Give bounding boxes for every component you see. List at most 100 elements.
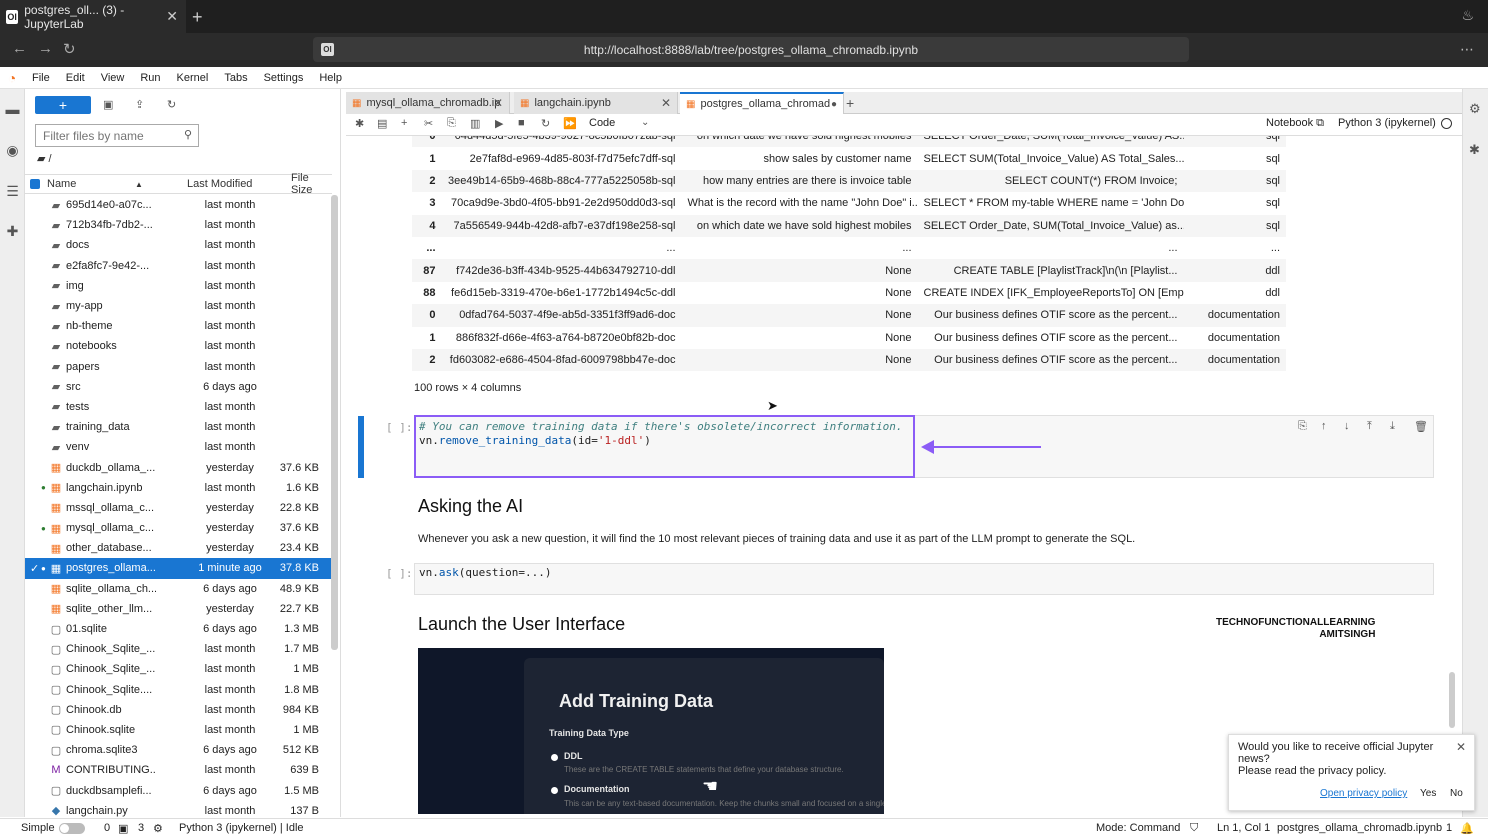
simple-mode-toggle[interactable] bbox=[59, 823, 85, 834]
menu-kernel[interactable]: Kernel bbox=[169, 72, 217, 84]
cell-type-select[interactable]: Code bbox=[589, 117, 615, 129]
file-row[interactable]: ▰ notebooks last month bbox=[25, 336, 332, 356]
file-row[interactable]: ▰ 695d14e0-a07c... last month bbox=[25, 195, 332, 215]
restart-icon[interactable]: ↻ bbox=[541, 117, 550, 130]
file-row[interactable]: ▰ e2fa8fc7-9e42-... last month bbox=[25, 256, 332, 276]
file-row[interactable]: M CONTRIBUTING.... last month 639 B bbox=[25, 760, 332, 780]
filter-input[interactable]: Filter files by name ⚲ bbox=[35, 124, 199, 147]
file-row[interactable]: ▰ training_data last month bbox=[25, 417, 332, 437]
code-editor[interactable]: vn.ask(question=...) bbox=[419, 566, 551, 580]
notebook-scrollbar[interactable] bbox=[1449, 672, 1455, 728]
bell-icon[interactable]: 🔔 bbox=[1460, 822, 1474, 835]
file-row[interactable]: ▢ duckdbsamplefi... 6 days ago 1.5 MB bbox=[25, 780, 332, 800]
run-icon[interactable]: ▶ bbox=[495, 117, 503, 130]
tab-mysql-notebook[interactable]: ▦ mysql_ollama_chromadb.ip ✕ bbox=[346, 92, 510, 114]
chevron-down-icon[interactable]: ⌄ bbox=[641, 117, 649, 128]
move-up-icon[interactable]: ↑ bbox=[1321, 420, 1327, 432]
move-down-icon[interactable]: ↓ bbox=[1344, 420, 1350, 432]
tab-postgres-notebook[interactable]: ▦ postgres_ollama_chromad ● bbox=[680, 92, 844, 114]
file-row[interactable]: ▦ duckdb_ollama_... yesterday 37.6 KB bbox=[25, 457, 332, 477]
copy-icon[interactable]: ⎘ bbox=[447, 117, 456, 130]
back-icon[interactable]: ← bbox=[12, 40, 27, 57]
file-row[interactable]: ▰ tests last month bbox=[25, 397, 332, 417]
forward-icon[interactable]: → bbox=[38, 40, 53, 57]
notification-count[interactable]: 1 bbox=[1446, 822, 1452, 834]
kernel-status-text[interactable]: Python 3 (ipykernel) | Idle bbox=[179, 822, 304, 834]
select-all-checkbox[interactable] bbox=[30, 179, 40, 189]
no-button[interactable]: No bbox=[1450, 788, 1463, 799]
new-tab-icon[interactable]: + bbox=[846, 95, 854, 111]
debugger-icon[interactable]: ✱ bbox=[1469, 142, 1480, 158]
file-row[interactable]: ▦ sqlite_other_llm... yesterday 22.7 KB bbox=[25, 599, 332, 619]
menu-run[interactable]: Run bbox=[132, 72, 168, 84]
close-tab-icon[interactable]: ✕ bbox=[493, 96, 503, 110]
file-row[interactable]: ▰ src 6 days ago bbox=[25, 377, 332, 397]
file-row[interactable]: ▢ Chinook_Sqlite_... last month 1 MB bbox=[25, 659, 332, 679]
terminal-count[interactable]: 0 bbox=[104, 822, 110, 834]
unsaved-dot-icon[interactable]: ● bbox=[831, 99, 837, 110]
tab-langchain-notebook[interactable]: ▦ langchain.ipynb ✕ bbox=[514, 92, 678, 114]
file-row[interactable]: ▢ Chinook.db last month 984 KB bbox=[25, 700, 332, 720]
file-row[interactable]: ▢ Chinook_Sqlite_... last month 1.7 MB bbox=[25, 639, 332, 659]
file-row[interactable]: ▦ sqlite_ollama_ch... 6 days ago 48.9 KB bbox=[25, 579, 332, 599]
flame-icon[interactable]: ♨ bbox=[1461, 7, 1474, 24]
new-folder-icon[interactable]: ▣ bbox=[103, 98, 113, 111]
file-row[interactable]: ▢ chroma.sqlite3 6 days ago 512 KB bbox=[25, 740, 332, 760]
menu-view[interactable]: View bbox=[93, 72, 133, 84]
file-row[interactable]: ▰ 712b34fb-7db2-... last month bbox=[25, 215, 332, 235]
stop-icon[interactable]: ■ bbox=[518, 117, 525, 129]
delete-cell-icon[interactable]: 🗑 bbox=[1414, 420, 1428, 433]
upload-icon[interactable]: ⇪ bbox=[135, 98, 144, 111]
file-row[interactable]: ▰ my-app last month bbox=[25, 296, 332, 316]
open-privacy-policy-link[interactable]: Open privacy policy bbox=[1320, 788, 1407, 799]
close-tab-icon[interactable]: ✕ bbox=[661, 96, 671, 110]
file-row[interactable]: ▢ 01.sqlite 6 days ago 1.3 MB bbox=[25, 619, 332, 639]
file-row[interactable]: ▰ nb-theme last month bbox=[25, 316, 332, 336]
menu-help[interactable]: Help bbox=[311, 72, 350, 84]
save-icon[interactable]: ▤ bbox=[377, 117, 387, 130]
menu-edit[interactable]: Edit bbox=[58, 72, 93, 84]
modified-column-header[interactable]: Last Modified bbox=[187, 178, 252, 190]
cursor-position[interactable]: Ln 1, Col 1 bbox=[1217, 822, 1270, 834]
sort-ascending-icon[interactable]: ▲ bbox=[135, 180, 143, 189]
file-row[interactable]: ▰ venv last month bbox=[25, 437, 332, 457]
file-row[interactable]: ▰ papers last month bbox=[25, 357, 332, 377]
code-cell-ask[interactable] bbox=[414, 563, 1434, 595]
yes-button[interactable]: Yes bbox=[1420, 788, 1436, 799]
file-row[interactable]: ✓ ● ▦ postgres_ollama... 1 minute ago 37.8 KB bbox=[25, 558, 332, 579]
file-row[interactable]: ▦ other_database... yesterday 23.4 KB bbox=[25, 538, 332, 558]
checkmark-icon[interactable]: ✓ bbox=[30, 562, 39, 575]
folder-icon[interactable]: ▬ bbox=[4, 101, 21, 118]
file-row[interactable]: ● ▦ mysql_ollama_c... yesterday 37.6 KB bbox=[25, 518, 332, 538]
toc-icon[interactable]: ☰ bbox=[4, 183, 21, 200]
refresh-icon[interactable]: ↻ bbox=[167, 98, 176, 111]
property-inspector-icon[interactable]: ⚙ bbox=[1469, 101, 1481, 117]
breadcrumb[interactable]: ▰ / bbox=[37, 152, 52, 165]
site-info-icon[interactable]: Ol bbox=[321, 43, 334, 56]
run-all-icon[interactable]: ⏩ bbox=[563, 117, 577, 130]
file-row[interactable]: ▦ mssql_ollama_c... yesterday 22.8 KB bbox=[25, 498, 332, 518]
menu-tabs[interactable]: Tabs bbox=[216, 72, 255, 84]
close-icon[interactable]: ✕ bbox=[1456, 740, 1466, 754]
notebook-content[interactable]: 0 04d44d5d-5fe5-4b39-9027-8c5b0fb07zab-sq… bbox=[346, 136, 1448, 814]
file-row[interactable]: ▢ Chinook_Sqlite.... last month 1.8 MB bbox=[25, 680, 332, 700]
insert-below-icon[interactable]: ⤓ bbox=[1390, 420, 1395, 433]
open-notebook-button[interactable]: Notebook ⧉ bbox=[1266, 117, 1324, 130]
paste-icon[interactable]: ▥ bbox=[470, 117, 480, 130]
duplicate-cell-icon[interactable]: ⎘ bbox=[1298, 420, 1307, 433]
running-icon[interactable]: ◉ bbox=[4, 142, 21, 159]
menu-file[interactable]: File bbox=[24, 72, 58, 84]
new-launcher-button[interactable]: + bbox=[35, 96, 91, 114]
menu-settings[interactable]: Settings bbox=[256, 72, 312, 84]
browser-tab[interactable]: Ol postgres_oll... (3) - JupyterLab ✕ bbox=[0, 0, 186, 33]
url-bar[interactable]: Ol http://localhost:8888/lab/tree/postgr… bbox=[313, 37, 1189, 62]
name-column-header[interactable]: Name bbox=[47, 178, 76, 190]
reload-icon[interactable]: ↻ bbox=[63, 40, 76, 58]
kernel-name-button[interactable]: Python 3 (ipykernel) bbox=[1338, 117, 1436, 129]
file-row[interactable]: ▢ Chinook.sqlite last month 1 MB bbox=[25, 720, 332, 740]
file-list-scrollbar[interactable] bbox=[331, 195, 338, 650]
extension-icon[interactable]: ✚ bbox=[4, 223, 21, 240]
browser-menu-icon[interactable]: ⋯ bbox=[1460, 41, 1474, 58]
insert-above-icon[interactable]: ⤒ bbox=[1367, 420, 1372, 433]
file-row[interactable]: ▰ img last month bbox=[25, 276, 332, 296]
